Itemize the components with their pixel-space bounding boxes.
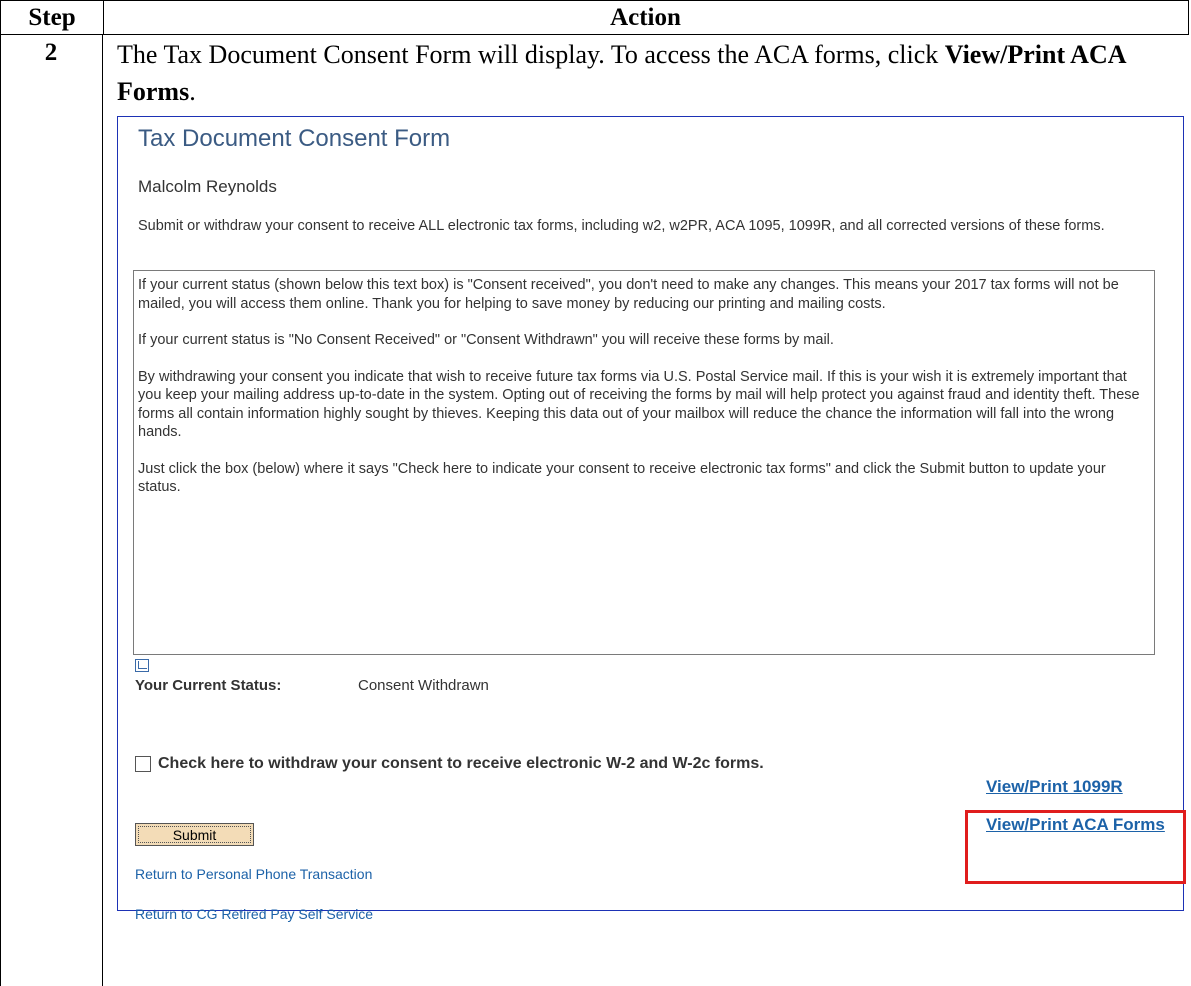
consent-form-screenshot: Tax Document Consent Form Malcolm Reynol…	[117, 116, 1186, 922]
instruction-main: The Tax Document Consent Form will displ…	[117, 40, 945, 69]
consent-info-textbox[interactable]: If your current status (shown below this…	[133, 270, 1155, 655]
withdraw-consent-checkbox[interactable]	[135, 756, 151, 772]
highlight-box	[965, 810, 1186, 884]
status-value: Consent Withdrawn	[358, 677, 489, 694]
header-step: Step	[1, 1, 104, 34]
header-action: Action	[610, 4, 681, 31]
return-personal-phone-link[interactable]: Return to Personal Phone Transaction	[135, 866, 372, 882]
table-left-border	[0, 35, 1, 986]
instruction-period: .	[189, 77, 196, 106]
expand-icon[interactable]	[135, 659, 149, 672]
column-divider	[102, 35, 103, 986]
status-label: Your Current Status:	[135, 677, 282, 694]
instruction-text: The Tax Document Consent Form will displ…	[117, 36, 1177, 110]
page-title: Tax Document Consent Form	[138, 125, 451, 152]
view-print-1099r-link[interactable]: View/Print 1099R	[986, 777, 1123, 797]
textbox-paragraph: By withdrawing your consent you indicate…	[138, 368, 1140, 441]
step-number: 2	[44, 39, 58, 66]
form-description: Submit or withdraw your consent to recei…	[138, 218, 1105, 234]
textbox-paragraph: If your current status (shown below this…	[138, 277, 1119, 312]
table-header-row: Step Action	[0, 0, 1189, 35]
submit-button[interactable]: Submit	[135, 823, 254, 846]
withdraw-consent-label: Check here to withdraw your consent to r…	[158, 755, 764, 772]
textbox-paragraph: Just click the box (below) where it says…	[138, 460, 1106, 496]
employee-name: Malcolm Reynolds	[138, 177, 277, 196]
procedure-table: Step Action 2 The Tax Document Consent F…	[0, 0, 1189, 986]
return-retired-pay-link[interactable]: Return to CG Retired Pay Self Service	[135, 906, 373, 922]
textbox-paragraph: If your current status is "No Consent Re…	[138, 332, 834, 348]
